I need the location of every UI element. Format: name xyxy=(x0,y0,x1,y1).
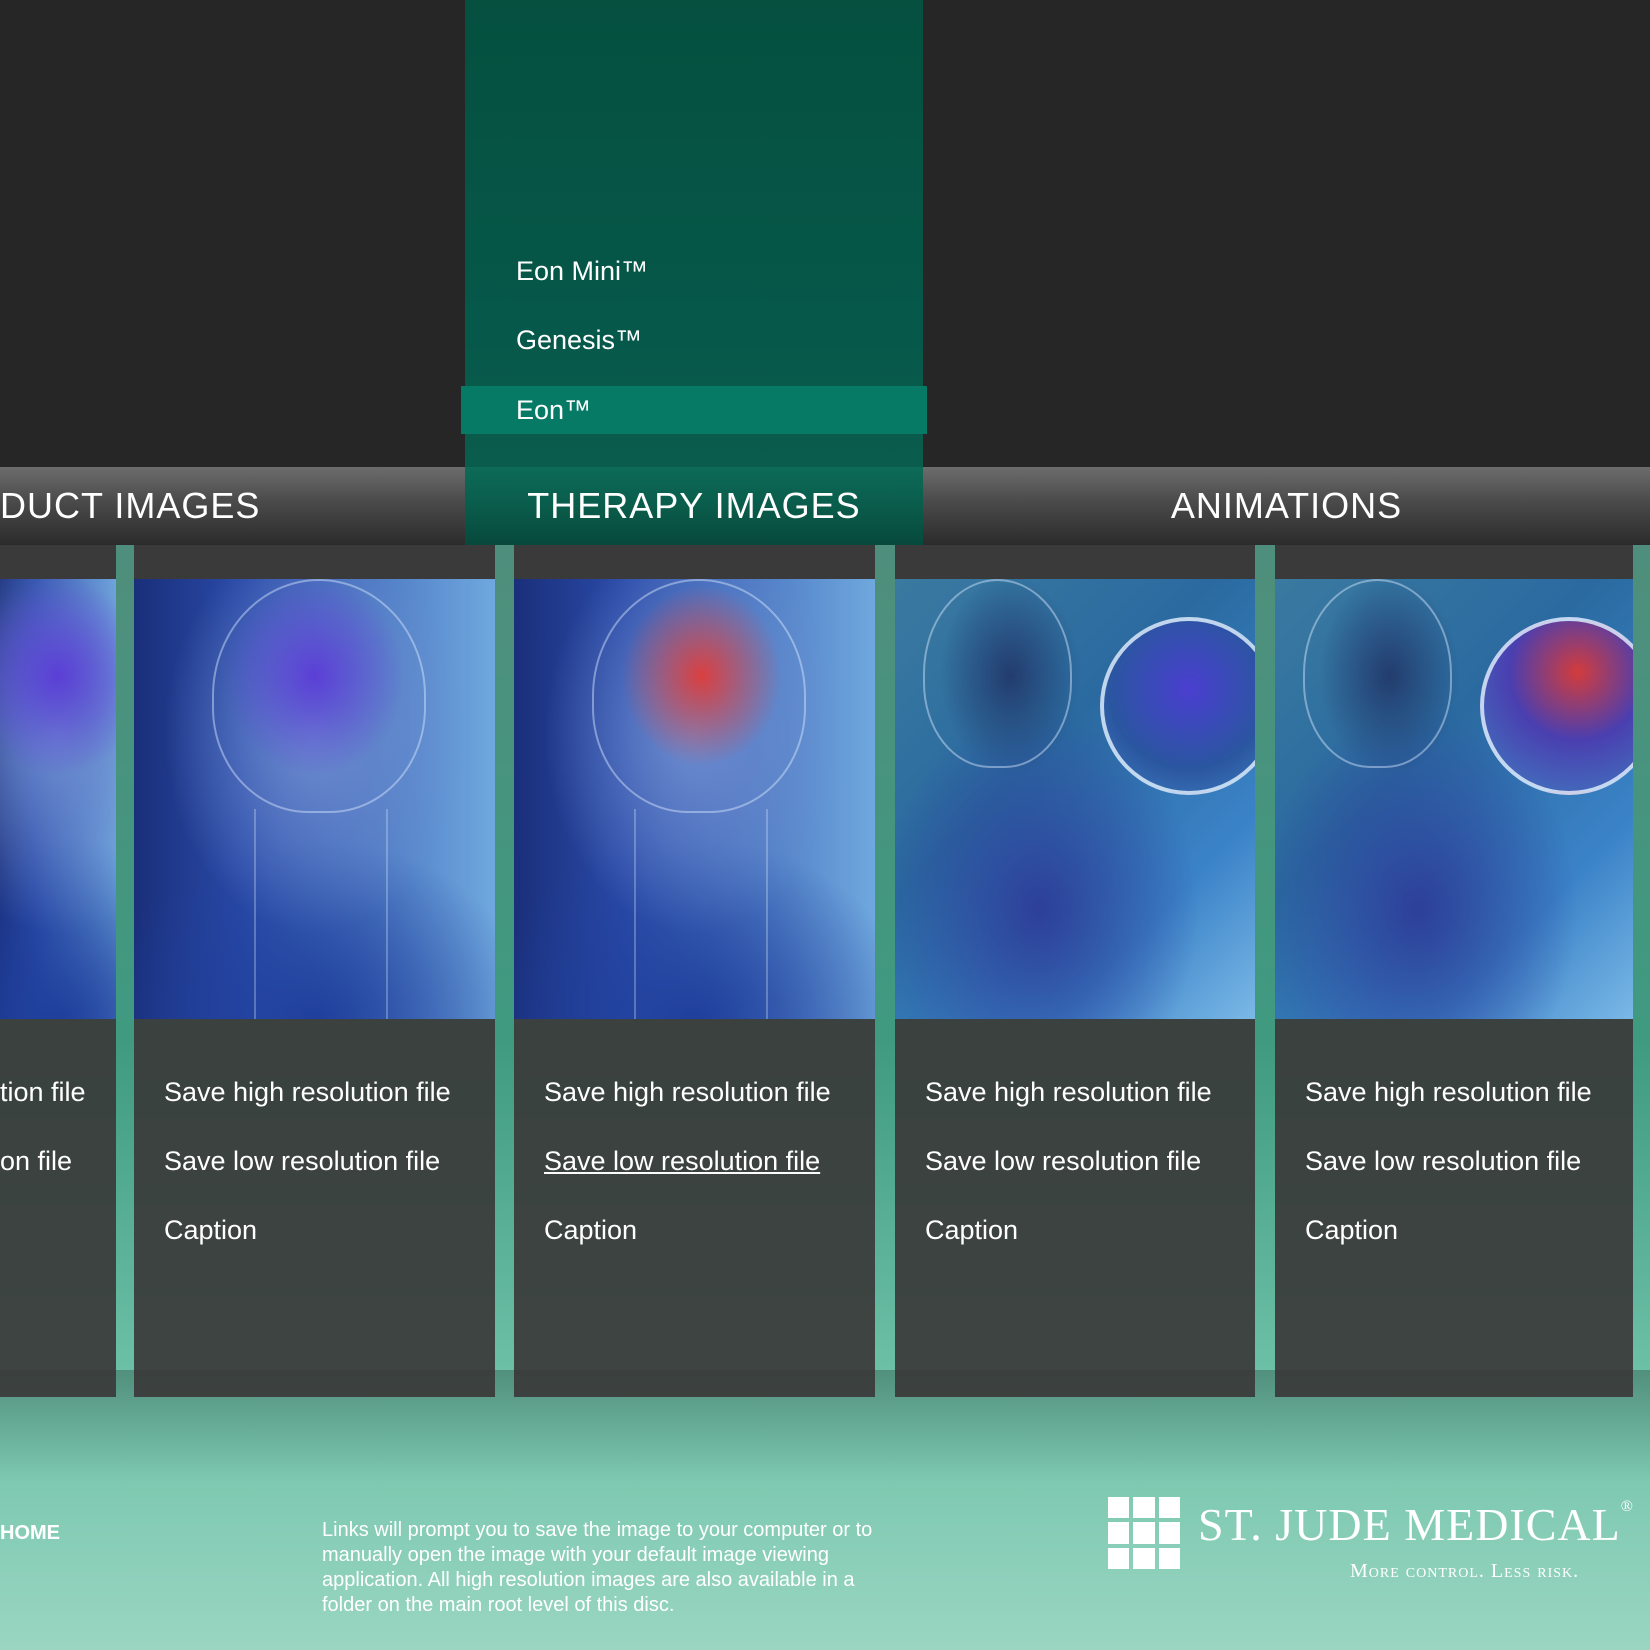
card-thumbnail[interactable] xyxy=(514,579,875,1019)
save-high-res-link[interactable]: Save high resolution file xyxy=(544,1077,831,1108)
save-low-res-link[interactable]: on file xyxy=(0,1146,72,1177)
card-body: Save high resolution file Save low resol… xyxy=(134,1019,495,1397)
logo-name: ST. JUDE MEDICAL® xyxy=(1198,1498,1634,1550)
caption-link[interactable]: Caption xyxy=(164,1215,257,1246)
head-outline xyxy=(1303,579,1452,768)
caption-link[interactable]: Caption xyxy=(925,1215,1018,1246)
save-low-res-link[interactable]: Save low resolution file xyxy=(925,1146,1201,1177)
menu-item-eon-mini[interactable]: Eon Mini™ xyxy=(465,247,923,295)
save-high-res-link[interactable]: Save high resolution file xyxy=(1305,1077,1592,1108)
image-card: Save high resolution file Save low resol… xyxy=(1275,545,1633,1397)
card-body: Save high resolution file Save low resol… xyxy=(1275,1019,1633,1397)
logo-tagline: More control. Less risk. xyxy=(1350,1560,1580,1582)
image-card: Save high resolution file Save low resol… xyxy=(134,545,495,1397)
inset-circle-image xyxy=(1480,617,1633,795)
image-card: Save high resolution file Save low resol… xyxy=(514,545,875,1397)
caption-link[interactable]: Caption xyxy=(1305,1215,1398,1246)
image-card: tion file on file xyxy=(0,545,116,1397)
save-high-res-link[interactable]: Save high resolution file xyxy=(925,1077,1212,1108)
tab-animations[interactable]: ANIMATIONS xyxy=(923,467,1650,545)
neck-outline xyxy=(634,809,768,1019)
card-body: Save high resolution file Save low resol… xyxy=(514,1019,875,1397)
tab-product-images[interactable]: DUCT IMAGES xyxy=(0,467,465,545)
card-top-strip xyxy=(1275,545,1633,579)
caption-link[interactable]: Caption xyxy=(544,1215,637,1246)
st-jude-logo-mark xyxy=(1108,1497,1180,1569)
save-high-res-link[interactable]: Save high resolution file xyxy=(164,1077,451,1108)
card-body: tion file on file xyxy=(0,1019,116,1397)
card-thumbnail[interactable] xyxy=(1275,579,1633,1019)
footer-note: Links will prompt you to save the image … xyxy=(322,1519,873,1616)
card-thumbnail[interactable] xyxy=(895,579,1255,1019)
card-top-strip xyxy=(895,545,1255,579)
card-top-strip xyxy=(0,545,116,579)
head-outline xyxy=(923,579,1072,768)
menu-item-genesis[interactable]: Genesis™ xyxy=(465,316,923,364)
card-top-strip xyxy=(134,545,495,579)
tab-therapy-images[interactable]: THERAPY IMAGES xyxy=(465,467,923,545)
card-body: Save high resolution file Save low resol… xyxy=(895,1019,1255,1397)
neck-outline xyxy=(254,809,388,1019)
save-low-res-link[interactable]: Save low resolution file xyxy=(544,1146,820,1177)
save-low-res-link[interactable]: Save low resolution file xyxy=(164,1146,440,1177)
head-outline xyxy=(592,579,806,813)
home-link[interactable]: HOME xyxy=(0,1522,60,1545)
card-top-strip xyxy=(514,545,875,579)
head-outline xyxy=(212,579,426,813)
card-thumbnail[interactable] xyxy=(134,579,495,1019)
menu-item-eon[interactable]: Eon™ xyxy=(461,386,927,434)
save-high-res-link[interactable]: tion file xyxy=(0,1077,86,1108)
therapy-images-dropdown: Eon Mini™ Genesis™ Eon™ xyxy=(461,0,927,545)
image-card: Save high resolution file Save low resol… xyxy=(895,545,1255,1397)
card-thumbnail[interactable] xyxy=(0,579,116,1019)
tab-bar: DUCT IMAGES THERAPY IMAGES ANIMATIONS xyxy=(0,467,1650,545)
save-low-res-link[interactable]: Save low resolution file xyxy=(1305,1146,1581,1177)
inset-circle-image xyxy=(1100,617,1255,795)
